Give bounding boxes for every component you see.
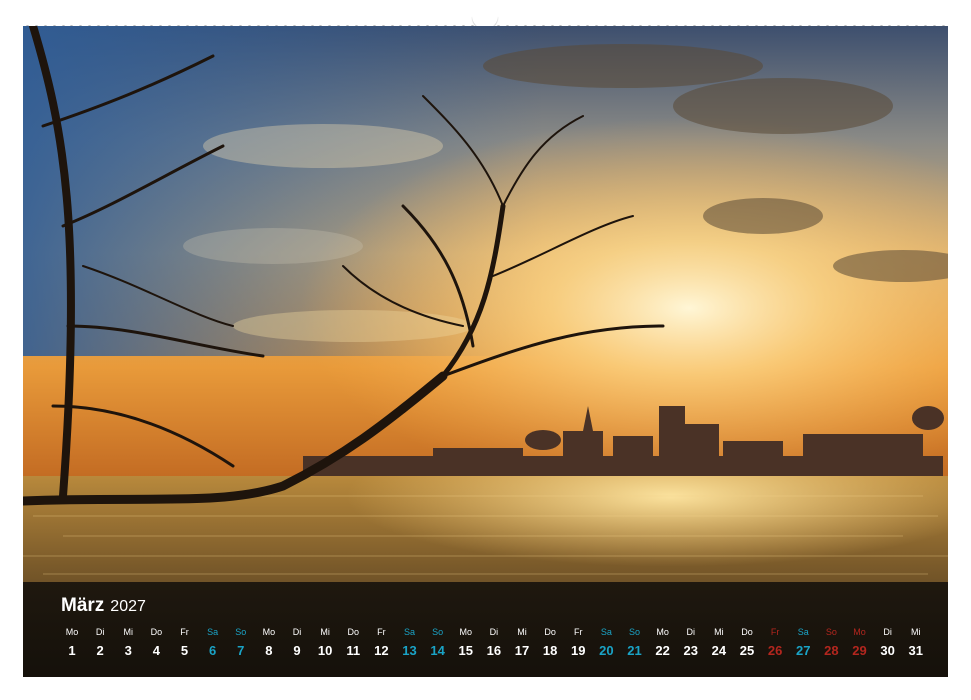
- day-number: 4: [152, 643, 160, 658]
- weekday-label: Mo: [853, 627, 866, 637]
- day-cell: Mi 3: [115, 626, 141, 661]
- day-number: 20: [599, 643, 614, 658]
- day-number: 2: [96, 643, 104, 658]
- day-number: 24: [711, 643, 727, 658]
- day-number: 18: [542, 643, 558, 658]
- weekday-label: Mi: [123, 627, 134, 637]
- day-cell: So 21: [622, 626, 648, 661]
- day-number: 6: [209, 643, 217, 658]
- day-cell: Sa 6: [200, 626, 226, 661]
- day-cell: So 7: [228, 626, 254, 661]
- weekday-label: Mi: [517, 627, 527, 637]
- day-number: 22: [655, 643, 670, 658]
- day-cell: Do 18: [537, 626, 563, 661]
- day-cell: Mo 29: [847, 626, 873, 661]
- day-cell: Do 25: [734, 626, 760, 661]
- day-number: 11: [346, 643, 361, 658]
- weekday-label: Mo: [65, 627, 79, 637]
- day-cell: Mi 17: [509, 626, 535, 661]
- weekday-label: Di: [489, 627, 499, 637]
- weekday-label: Sa: [600, 627, 612, 637]
- day-number: 15: [458, 643, 473, 658]
- day-cell: Sa 20: [593, 626, 619, 661]
- weekday-label: Mi: [911, 627, 921, 637]
- weekday-label: Mi: [714, 627, 724, 637]
- day-number: 25: [739, 643, 755, 658]
- day-cell: Fr 26: [762, 626, 788, 661]
- day-number: 7: [237, 643, 245, 658]
- day-number: 29: [852, 643, 867, 658]
- weekday-label: Sa: [403, 627, 415, 637]
- weekday-label: So: [432, 627, 444, 637]
- year-label: 2027: [110, 598, 146, 615]
- day-number: 26: [767, 643, 783, 658]
- weekday-label: Fr: [180, 627, 189, 637]
- day-cell: Di 2: [87, 626, 113, 661]
- weekday-label: Mo: [459, 627, 472, 637]
- day-number: 13: [402, 643, 417, 658]
- weekday-label: Di: [292, 627, 302, 637]
- day-number: 16: [486, 643, 502, 658]
- weekday-label: Di: [883, 627, 892, 637]
- weekday-label: Fr: [770, 627, 780, 637]
- day-cell: Do 4: [143, 626, 169, 661]
- day-number: 31: [908, 643, 923, 658]
- day-cell: So 14: [425, 626, 451, 661]
- day-cell: Mo 8: [256, 626, 282, 661]
- day-number: 23: [683, 643, 698, 658]
- weekday-label: Fr: [377, 627, 386, 637]
- weekday-label: Mo: [656, 627, 669, 637]
- weekday-label: Di: [95, 627, 105, 637]
- day-number: 9: [293, 643, 301, 658]
- day-number: 1: [68, 643, 76, 658]
- day-number: 3: [124, 643, 132, 658]
- day-cell: Fr 5: [172, 626, 198, 661]
- day-cell: Di 9: [284, 626, 310, 661]
- landscape-photo: [23, 26, 948, 677]
- day-number: 14: [430, 643, 445, 658]
- day-number: 27: [796, 643, 811, 658]
- weekday-label: Do: [741, 627, 753, 637]
- weekday-label: Mo: [262, 627, 276, 637]
- month-name: März: [61, 595, 105, 616]
- day-grid: Mo 1 Di 2 Mi 3 Do 4 Fr 5 Sa 6 So 7 Mo 8 Di 9 Mi 10 Do 11 Fr 12 S…: [59, 626, 929, 661]
- day-cell: Sa 13: [397, 626, 423, 661]
- day-cell: Fr 19: [565, 626, 591, 661]
- day-cell: Mo 1: [59, 626, 85, 661]
- weekday-label: So: [235, 627, 247, 637]
- day-number: 21: [627, 643, 642, 658]
- day-cell: Mi 31: [903, 626, 929, 661]
- day-number: 10: [317, 643, 333, 658]
- weekday-label: Do: [150, 627, 163, 637]
- day-cell: So 28: [818, 626, 844, 661]
- day-cell: Mi 24: [706, 626, 732, 661]
- day-cell: Sa 27: [790, 626, 816, 661]
- day-number: 12: [374, 643, 389, 658]
- day-cell: Fr 12: [368, 626, 394, 661]
- weekday-label: Di: [686, 627, 696, 637]
- weekday-label: Do: [347, 627, 359, 637]
- day-cell: Mi 10: [312, 626, 338, 661]
- day-number: 19: [571, 643, 586, 658]
- calendar-band: März 2027 Mo 1 Di 2 Mi 3 Do 4 Fr 5 Sa 6 So 7 Mo 8 Di 9 Mi 10…: [23, 582, 948, 677]
- day-cell: Di 30: [875, 626, 901, 661]
- weekday-label: Sa: [207, 627, 219, 637]
- day-number: 30: [880, 643, 895, 658]
- weekday-label: So: [825, 627, 837, 637]
- day-number: 5: [180, 643, 189, 658]
- day-cell: Mo 15: [453, 626, 479, 661]
- day-number: 17: [514, 643, 530, 658]
- weekday-label: So: [628, 627, 640, 637]
- weekday-label: Do: [544, 627, 556, 637]
- day-cell: Do 11: [340, 626, 366, 661]
- day-cell: Di 16: [481, 626, 507, 661]
- month-title: März 2027: [61, 594, 146, 618]
- weekday-label: Fr: [574, 627, 583, 637]
- day-number: 8: [265, 643, 273, 658]
- day-cell: Di 23: [678, 626, 704, 661]
- day-cell: Mo 22: [650, 626, 676, 661]
- weekday-label: Mi: [320, 627, 330, 637]
- weekday-label: Sa: [797, 627, 809, 637]
- day-number: 28: [824, 643, 839, 658]
